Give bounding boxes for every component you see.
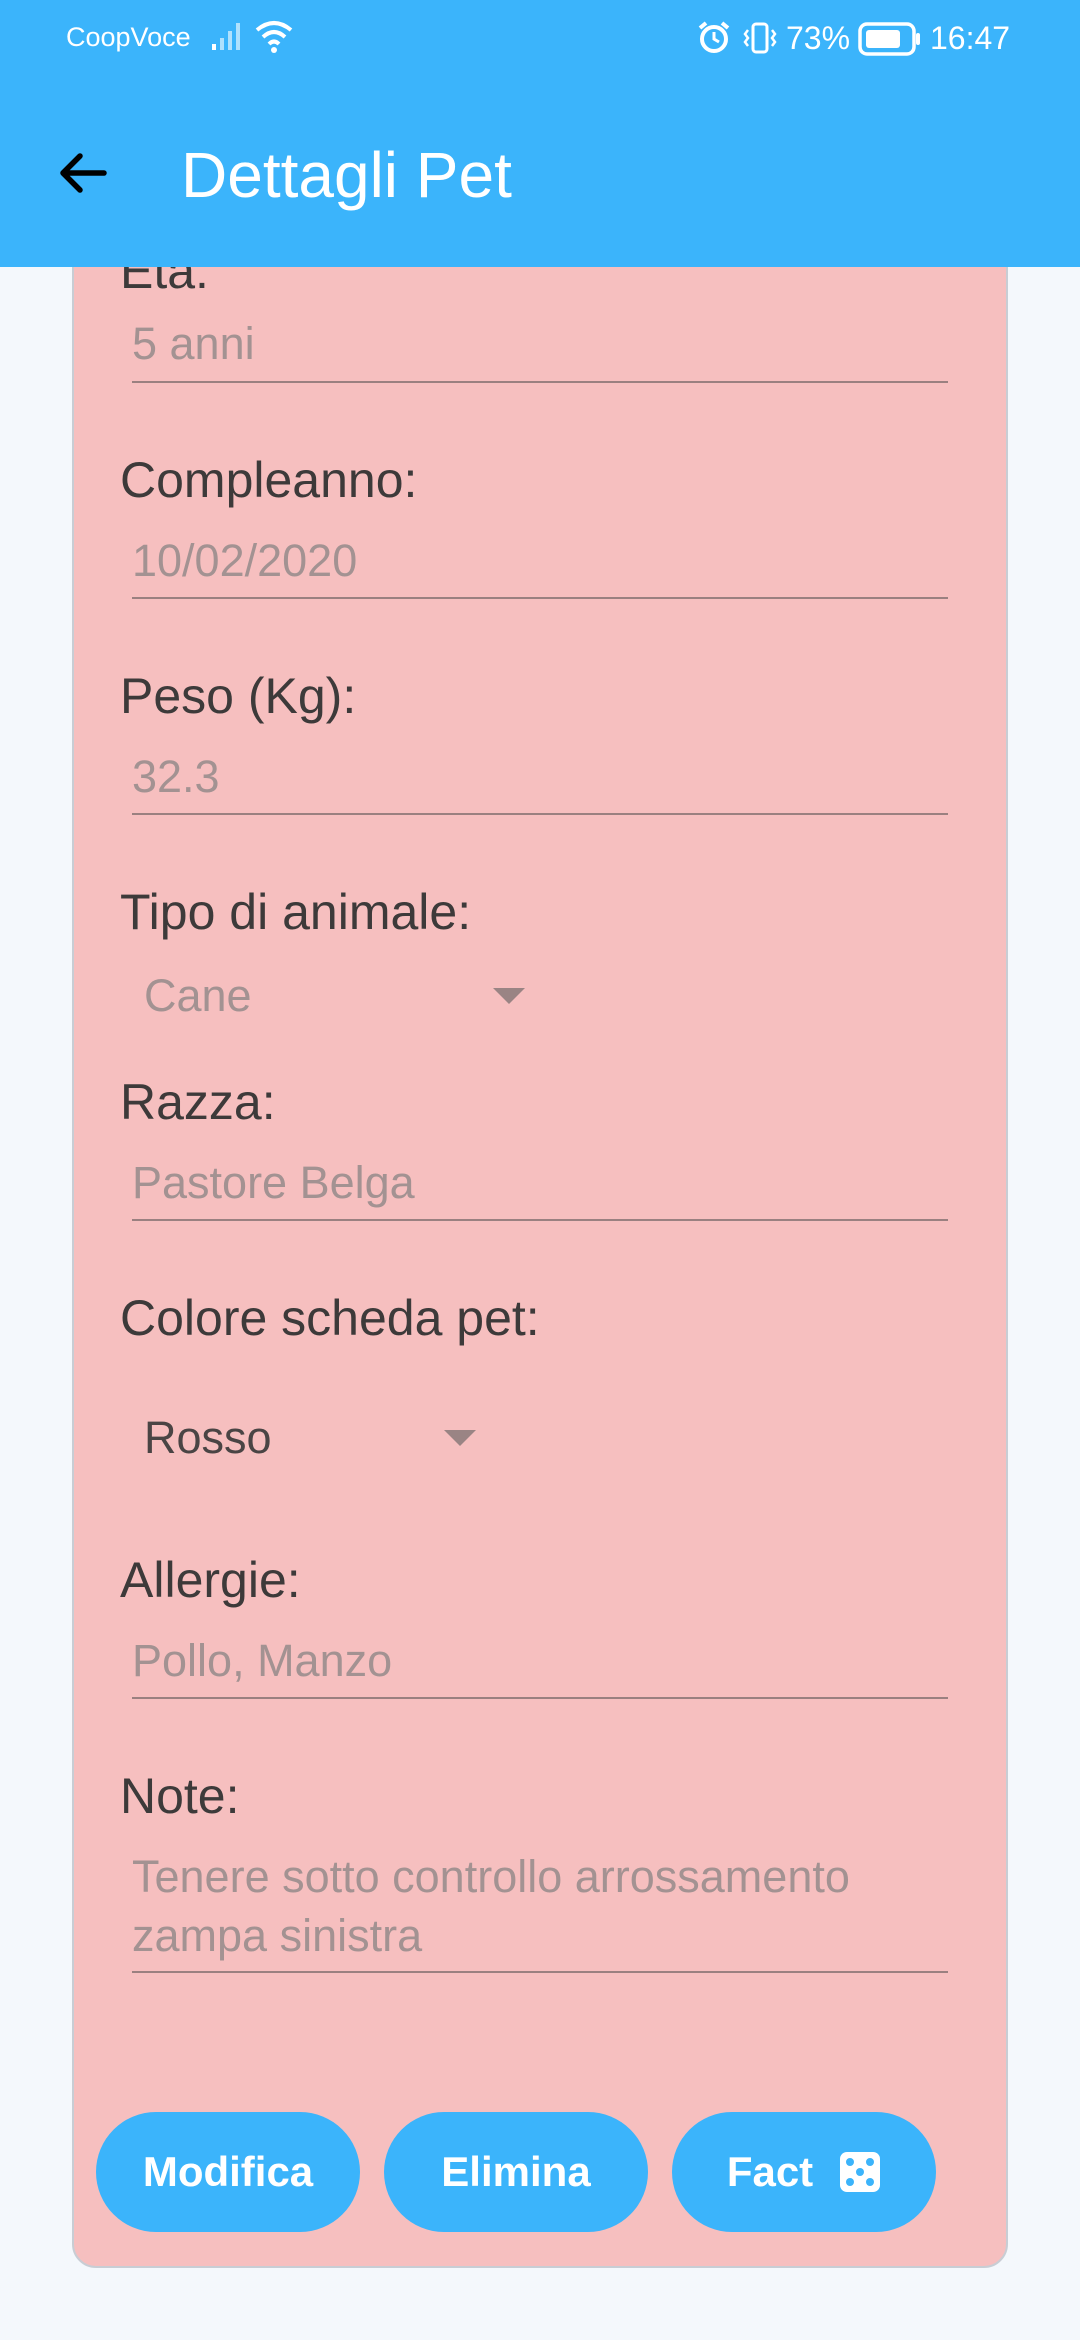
colore-scheda-label: Colore scheda pet: (120, 1290, 540, 1346)
elimina-button[interactable]: Elimina (384, 2112, 648, 2232)
status-bar: CoopVoce 73% 16:47 (0, 0, 1080, 80)
clock: 16:47 (930, 20, 1011, 56)
back-button[interactable] (50, 140, 116, 206)
compleanno-underline (132, 597, 948, 599)
dropdown-arrow-icon (493, 988, 525, 1004)
peso-label: Peso (Kg): (120, 668, 357, 724)
vibrate-icon (740, 20, 780, 61)
page-title: Dettagli Pet (181, 139, 512, 211)
razza-label: Razza: (120, 1074, 276, 1130)
allergie-label: Allergie: (120, 1552, 301, 1608)
colore-scheda-selected: Rosso (144, 1412, 272, 1463)
fact-button[interactable]: Fact (672, 2112, 936, 2232)
battery-icon (858, 22, 922, 61)
signal-icon (210, 20, 246, 57)
arrow-back-icon (60, 153, 107, 193)
note-underline (132, 1971, 948, 1973)
battery-percent: 73% (786, 20, 851, 56)
note-line-1: Tenere sotto controllo arrossamento (132, 1851, 850, 1902)
carrier-name: CoopVoce (66, 22, 191, 52)
compleanno-field[interactable]: 10/02/2020 (132, 535, 357, 587)
wifi-icon (254, 18, 294, 59)
eta-field[interactable]: 5 anni (132, 318, 255, 370)
razza-field[interactable]: Pastore Belga (132, 1157, 415, 1209)
peso-field[interactable]: 32.3 (132, 751, 220, 803)
peso-underline (132, 813, 948, 815)
dice-icon (839, 2151, 881, 2193)
razza-underline (132, 1219, 948, 1221)
allergie-underline (132, 1697, 948, 1699)
compleanno-label: Compleanno: (120, 452, 418, 508)
tipo-animale-label: Tipo di animale: (120, 884, 472, 940)
allergie-field[interactable]: Pollo, Manzo (132, 1635, 392, 1687)
eta-underline (132, 381, 948, 383)
app-bar: CoopVoce 73% 16:47 Dettagli Pet (0, 0, 1080, 267)
fact-button-label: Fact (726, 2148, 814, 2195)
modifica-button-label: Modifica (142, 2148, 314, 2195)
modifica-button[interactable]: Modifica (96, 2112, 360, 2232)
tipo-animale-selected: Cane (144, 970, 252, 1021)
elimina-button-label: Elimina (441, 2148, 591, 2195)
dropdown-arrow-icon (444, 1430, 476, 1446)
note-label: Note: (120, 1768, 240, 1824)
note-line-2: zampa sinistra (132, 1910, 423, 1961)
alarm-icon (696, 20, 732, 61)
